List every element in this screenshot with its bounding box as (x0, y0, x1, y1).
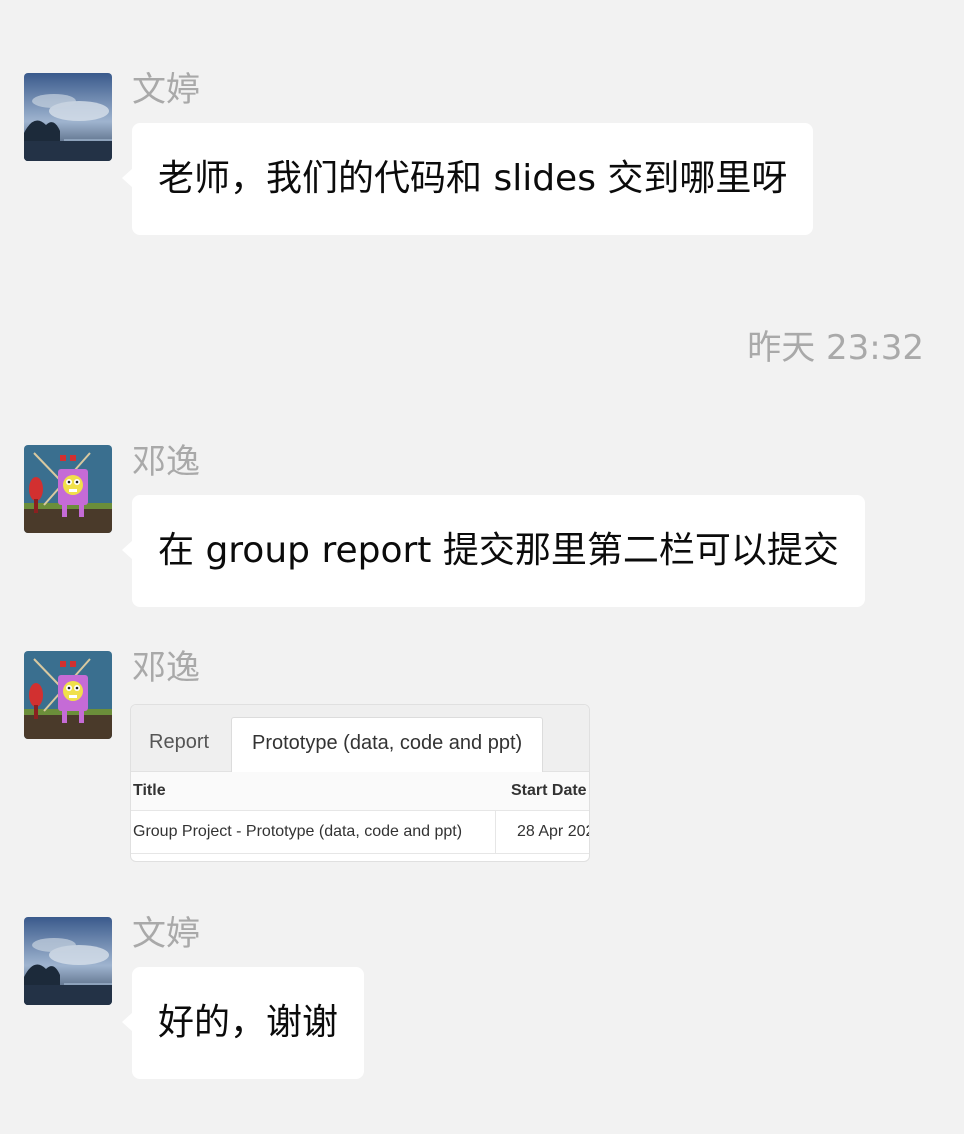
row-start-date: 28 Apr 202 (517, 823, 590, 840)
row-title: Group Project - Prototype (data, code an… (133, 823, 463, 840)
message-bubble[interactable]: 好的，谢谢 (121, 967, 365, 1079)
message-bubble[interactable]: 老师，我们的代码和 slides 交到哪里呀 (121, 123, 814, 235)
message-bubble[interactable]: 在 group report 提交那里第二栏可以提交 (122, 495, 865, 607)
column-divider (495, 811, 496, 853)
image-message[interactable]: Report Prototype (data, code and ppt) Ti… (130, 704, 590, 862)
screenshot-table-row: Group Project - Prototype (data, code an… (131, 811, 589, 854)
sender-name: 邓逸 (132, 442, 200, 482)
sender-name: 文婷 (132, 914, 200, 954)
sender-name: 邓逸 (132, 648, 200, 688)
sender-name: 文婷 (132, 70, 200, 110)
avatar-dengyi[interactable] (24, 445, 112, 533)
screenshot-tabbar: Report Prototype (data, code and ppt) (131, 705, 589, 772)
avatar-dengyi[interactable] (24, 651, 112, 739)
cartoon-avatar-icon (24, 651, 112, 739)
screenshot-table-header: Title Start Date (131, 772, 589, 811)
avatar-wenting[interactable] (24, 917, 112, 1005)
column-header-start-date: Start Date (511, 782, 587, 799)
cartoon-avatar-icon (24, 445, 112, 533)
column-header-title: Title (133, 782, 166, 799)
landscape-avatar-icon (24, 73, 112, 161)
avatar-wenting[interactable] (24, 73, 112, 161)
timestamp: 昨天 23:32 (747, 328, 924, 368)
screenshot-tab-report: Report (149, 731, 210, 753)
screenshot-tab-prototype: Prototype (data, code and ppt) (231, 717, 544, 772)
landscape-avatar-icon (24, 917, 112, 1005)
